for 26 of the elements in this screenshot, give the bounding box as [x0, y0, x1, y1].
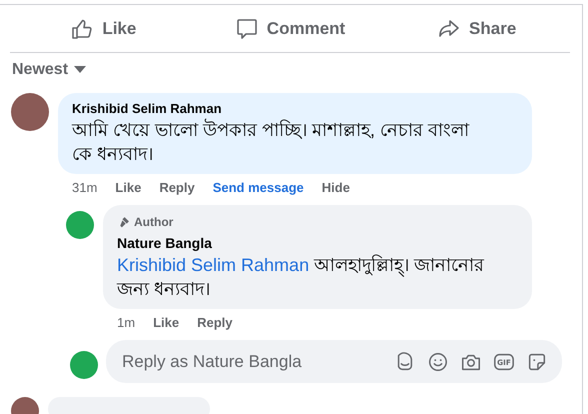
thumbs-up-icon	[70, 16, 94, 40]
reply-field[interactable]: Reply as Nature Bangla GIF	[106, 340, 562, 383]
comment-link[interactable]: Like	[153, 315, 180, 330]
share-button[interactable]: Share	[383, 5, 570, 52]
comment-time: 31m	[72, 180, 98, 195]
commenter-name: Krishibid Selim Rahman	[72, 101, 223, 116]
author-label: Author	[117, 215, 174, 229]
microphone-icon	[117, 216, 130, 228]
comment-text: আমি খেয়ে ভালো উপকার পাচ্ছি। মাশাল্লাহ, নেচার বাংলা কে ধন্যবাদ।	[72, 118, 470, 166]
commenter-name: Nature Bangla	[117, 235, 213, 251]
like-button[interactable]: Like	[10, 5, 197, 52]
comment-link[interactable]: Like	[115, 180, 142, 195]
reply-text: Krishibid Selim Rahman আলহাদুল্লিাহ্। জানানোর জন্য ধন্যবাদ।	[117, 254, 486, 301]
caret-icon	[74, 66, 86, 74]
emoji-icon[interactable]	[427, 350, 449, 372]
avatar-photo	[11, 93, 49, 131]
speech-bubble-icon	[234, 16, 259, 40]
comment-button[interactable]: Comment	[196, 5, 384, 52]
comment-link[interactable]: Reply	[159, 180, 195, 195]
comment-link[interactable]: Reply	[197, 315, 232, 330]
comment-time: 1m	[117, 315, 136, 330]
comment-link[interactable]: Send message	[212, 180, 304, 195]
page-logo-avatar	[66, 211, 94, 239]
comment-link[interactable]: Hide	[322, 180, 350, 195]
page-logo-avatar	[70, 350, 98, 378]
sort-dropdown[interactable]: Newest	[12, 61, 86, 79]
